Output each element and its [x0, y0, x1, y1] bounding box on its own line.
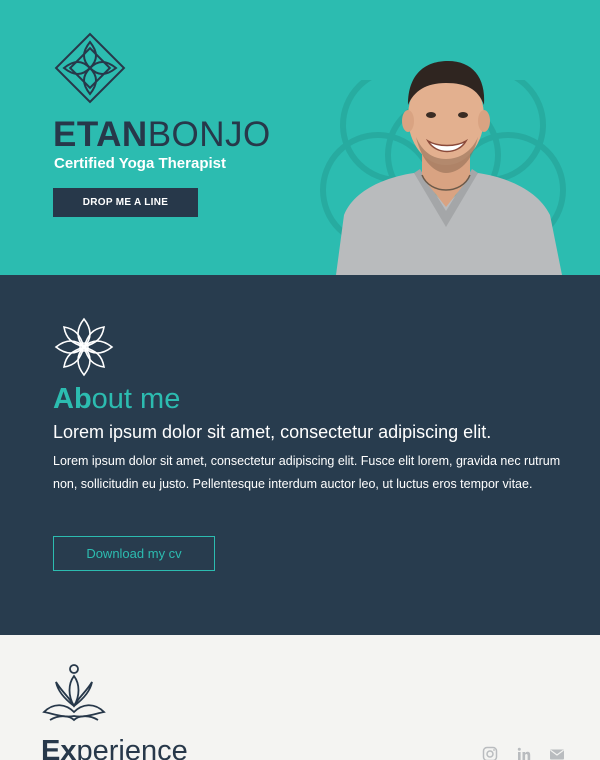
- about-title-rest: out me: [91, 383, 181, 415]
- about-title-bold: Ab: [53, 383, 92, 415]
- experience-title: Experience: [41, 734, 188, 760]
- download-cv-button[interactable]: Download my cv: [53, 536, 215, 571]
- lotus-diamond-logo-icon: [54, 32, 126, 104]
- hero-subtitle: Certified Yoga Therapist: [54, 155, 226, 172]
- linkedin-icon[interactable]: [516, 746, 532, 760]
- experience-title-rest: perience: [76, 735, 188, 760]
- hero-name-first: ETAN: [53, 115, 148, 154]
- hero-name-last: BONJO: [147, 115, 271, 154]
- section-wave-divider: [0, 610, 600, 633]
- about-body: Lorem ipsum dolor sit amet, consectetur …: [53, 454, 561, 491]
- person-portrait: [336, 61, 562, 275]
- hero-section: ETANBONJO Certified Yoga Therapist DROP …: [0, 0, 600, 275]
- instagram-icon[interactable]: [482, 746, 498, 760]
- experience-title-bold: Ex: [41, 735, 77, 760]
- mail-icon[interactable]: [549, 746, 565, 760]
- about-lead: Lorem ipsum dolor sit amet, consectetur …: [53, 422, 492, 442]
- meditation-lotus-icon: [42, 664, 106, 722]
- mandala-flower-icon: [54, 317, 114, 377]
- about-section: About me Lorem ipsum dolor sit amet, con…: [0, 275, 600, 635]
- drop-me-a-line-button[interactable]: DROP ME A LINE: [53, 188, 198, 217]
- hero-name: ETANBONJO: [53, 115, 271, 155]
- about-title: About me: [53, 382, 180, 416]
